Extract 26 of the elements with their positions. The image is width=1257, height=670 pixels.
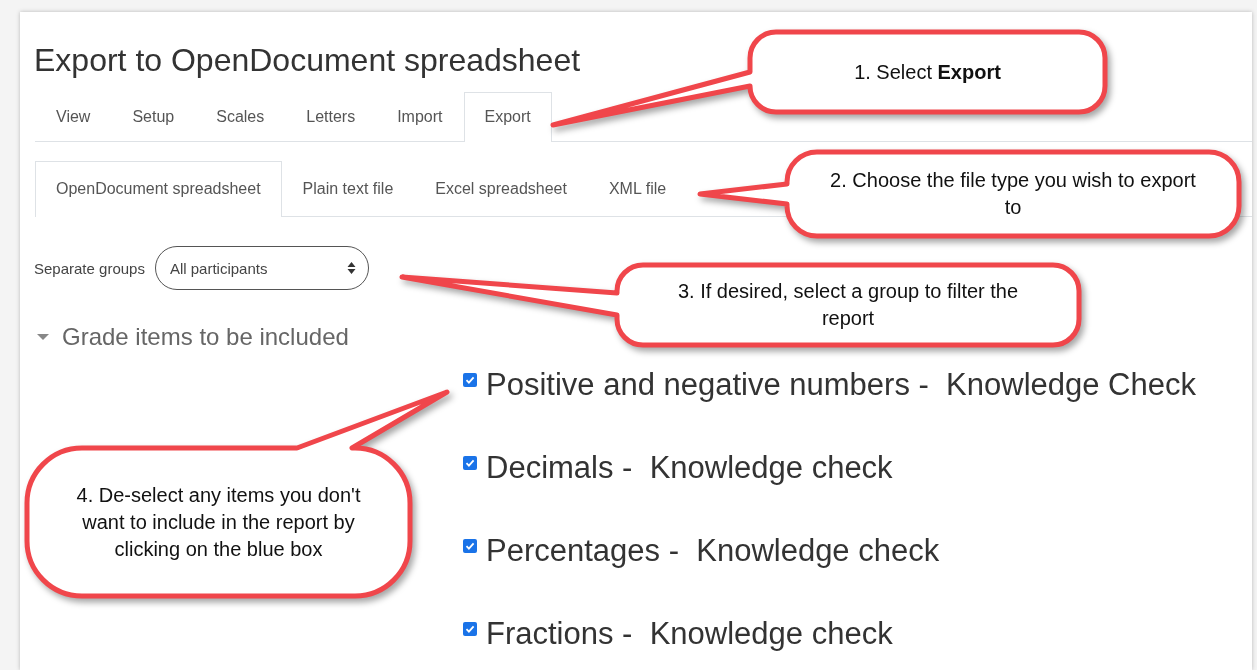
field-label: Separate groups — [34, 259, 145, 277]
tab[interactable]: View — [35, 92, 112, 141]
callout-text: 2. Choose the file type you wish to export to — [829, 168, 1197, 220]
checkbox[interactable] — [463, 539, 477, 553]
checkbox-label: Positive and negative numbers - Knowledge Check — [486, 367, 1196, 403]
callout-text: 1. Select Export — [854, 59, 1001, 85]
subtab[interactable]: XML file — [587, 161, 688, 216]
callout-text: 4. De-select any items you don't want to include in the report by clicking on the blue box — [75, 482, 362, 562]
tab[interactable]: Import — [376, 92, 464, 141]
tab[interactable]: Scales — [195, 92, 286, 141]
checkbox-label: Fractions - Knowledge check — [486, 616, 893, 652]
tab[interactable]: Letters — [285, 92, 377, 141]
subtab[interactable]: OpenDocument spreadsheet — [35, 161, 282, 217]
checkbox[interactable] — [463, 622, 477, 636]
checkbox-label: Decimals - Knowledge check — [486, 450, 893, 486]
subtab[interactable]: Excel spreadsheet — [414, 161, 588, 216]
checkbox[interactable] — [463, 456, 477, 470]
checkbox-label: Percentages - Knowledge check — [486, 533, 940, 569]
page-title: Export to OpenDocument spreadsheet — [34, 41, 581, 80]
subtab[interactable]: Plain text file — [281, 161, 415, 216]
tab[interactable]: Export — [463, 92, 552, 142]
section-heading: Grade items to be included — [62, 323, 349, 351]
sort-caret-icon — [346, 261, 356, 275]
tab[interactable]: Setup — [111, 92, 196, 141]
callout-text: 3. If desired, select a group to filter the report — [676, 279, 1020, 331]
checkbox[interactable] — [463, 373, 477, 387]
